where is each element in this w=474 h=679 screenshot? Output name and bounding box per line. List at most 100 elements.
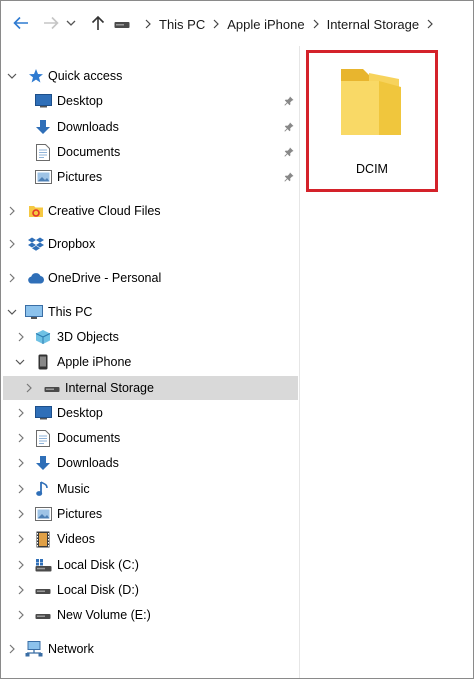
chevron-right-icon[interactable] [16,484,26,494]
pin-icon[interactable] [283,171,295,183]
nav-3d-objects[interactable]: 3D Objects [1,325,299,349]
downloads-icon [34,118,52,136]
chevron-right-icon[interactable] [24,383,34,393]
nav-apple-iphone[interactable]: Apple iPhone [1,350,299,374]
nav-label: Downloads [57,456,119,470]
chevron-right-icon[interactable] [16,560,26,570]
up-button[interactable] [87,12,109,34]
chevron-right-icon[interactable] [16,408,26,418]
recent-locations-button[interactable] [64,12,78,34]
up-arrow-icon [91,15,105,30]
nav-this-pc-downloads[interactable]: Downloads [1,451,299,475]
nav-onedrive-personal[interactable]: OneDrive - Personal [1,266,299,290]
address-bar: This PC Apple iPhone Internal Storage [1,1,473,46]
breadcrumb-internal-storage[interactable]: Internal Storage [325,17,422,32]
nav-label: Pictures [57,170,103,184]
nav-quick-access-downloads[interactable]: Downloads [1,115,299,139]
nav-creative-cloud-files[interactable]: Creative Cloud Files [1,199,299,223]
folder-item-dcim[interactable]: DCIM [306,50,438,192]
nav-this-pc-documents[interactable]: Documents [1,426,299,450]
nav-label: Quick access [48,69,123,83]
nav-label: Downloads [57,120,119,134]
pin-icon[interactable] [283,146,295,158]
local-disk-c-icon [34,556,52,574]
star-icon [27,67,45,85]
chevron-right-icon[interactable] [16,433,26,443]
nav-quick-access[interactable]: Quick access [1,64,299,88]
nav-label: 3D Objects [57,330,119,344]
navigation-pane: Quick access Desktop Downloads Documents… [1,61,299,671]
pictures-icon [34,505,52,523]
downloads-icon [34,454,52,472]
chevron-right-icon[interactable] [7,206,17,216]
phone-icon [34,353,52,371]
chevron-right-icon[interactable] [16,509,26,519]
nav-network[interactable]: Network [1,637,299,661]
drive-icon [34,581,52,599]
nav-this-pc-videos[interactable]: Videos [1,527,299,551]
back-button[interactable] [10,12,32,34]
chevron-down-icon[interactable] [7,307,17,317]
nav-this-pc-pictures[interactable]: Pictures [1,502,299,526]
nav-label: OneDrive - Personal [48,271,162,285]
breadcrumb-apple-iphone[interactable]: Apple iPhone [225,17,306,32]
3d-objects-icon [34,328,52,346]
folder-icon [341,69,401,135]
creative-cloud-icon [27,202,45,220]
chevron-right-icon[interactable] [16,534,26,544]
chevron-right-icon[interactable] [16,332,26,342]
nav-label: Apple iPhone [57,355,132,369]
file-explorer-window: This PC Apple iPhone Internal Storage Qu… [0,0,474,679]
chevron-right-icon[interactable] [16,610,26,620]
nav-new-volume-e[interactable]: New Volume (E:) [1,603,299,627]
nav-label: Documents [57,431,121,445]
nav-dropbox[interactable]: Dropbox [1,232,299,256]
nav-local-disk-c[interactable]: Local Disk (C:) [1,553,299,577]
nav-internal-storage[interactable]: Internal Storage [3,376,298,400]
drive-icon [43,379,61,397]
nav-label: Dropbox [48,237,96,251]
nav-label: Internal Storage [65,381,154,395]
breadcrumb-this-pc[interactable]: This PC [157,17,207,32]
nav-label: This PC [48,305,93,319]
breadcrumb-separator-icon[interactable] [207,19,225,29]
chevron-down-icon[interactable] [15,357,25,367]
chevron-down-icon [66,20,76,26]
nav-this-pc-music[interactable]: Music [1,477,299,501]
nav-label: Documents [57,145,121,159]
chevron-down-icon[interactable] [7,71,17,81]
pin-icon[interactable] [283,121,295,133]
nav-label: Desktop [57,406,103,420]
videos-icon [34,530,52,548]
forward-button[interactable] [40,12,62,34]
chevron-right-icon[interactable] [7,239,17,249]
nav-this-pc[interactable]: This PC [1,300,299,324]
documents-icon [34,143,52,161]
breadcrumb: This PC Apple iPhone Internal Storage [114,14,439,34]
nav-quick-access-documents[interactable]: Documents [1,140,299,164]
nav-this-pc-desktop[interactable]: Desktop [1,401,299,425]
dropbox-icon [27,235,45,253]
desktop-icon [34,404,52,422]
back-arrow-icon [13,16,28,30]
breadcrumb-separator-icon[interactable] [139,19,157,29]
breadcrumb-separator-icon[interactable] [307,19,325,29]
chevron-right-icon[interactable] [7,644,17,654]
nav-quick-access-desktop[interactable]: Desktop [1,89,299,113]
nav-label: Creative Cloud Files [48,204,161,218]
nav-label: New Volume (E:) [57,608,151,622]
drive-icon [34,606,52,624]
pictures-icon [34,168,52,186]
nav-local-disk-d[interactable]: Local Disk (D:) [1,578,299,602]
forward-arrow-icon [44,16,59,30]
breadcrumb-separator-icon[interactable] [421,19,439,29]
nav-quick-access-pictures[interactable]: Pictures [1,165,299,189]
folder-name: DCIM [356,162,388,176]
music-icon [34,480,52,498]
pin-icon[interactable] [283,95,295,107]
chevron-right-icon[interactable] [16,585,26,595]
network-icon [25,640,43,658]
chevron-right-icon[interactable] [16,458,26,468]
chevron-right-icon[interactable] [7,273,17,283]
nav-label: Local Disk (C:) [57,558,139,572]
